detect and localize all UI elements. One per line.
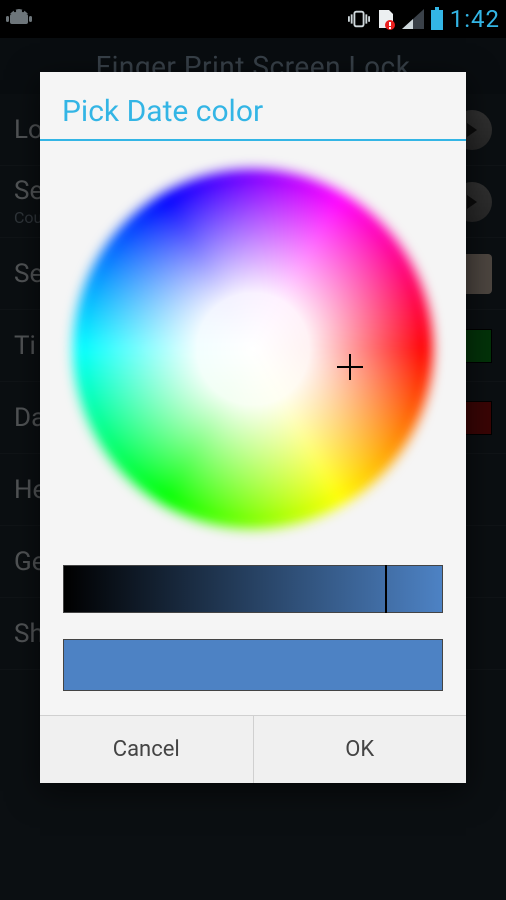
vibrate-icon [348, 8, 370, 30]
dialog-button-bar: Cancel OK [40, 715, 466, 783]
ok-button[interactable]: OK [253, 716, 467, 783]
color-preview [63, 639, 443, 691]
status-bar: 1:42 [0, 0, 506, 38]
brightness-thumb[interactable] [385, 565, 387, 613]
brightness-slider[interactable] [63, 565, 443, 613]
color-picker-dialog: Pick Date color Cancel OK [40, 72, 466, 783]
status-clock: 1:42 [450, 5, 500, 33]
android-logo-icon [6, 6, 36, 32]
signal-icon [402, 9, 424, 29]
color-wheel-cursor[interactable] [337, 354, 363, 380]
dialog-title: Pick Date color [40, 72, 466, 139]
battery-icon [430, 7, 444, 31]
color-wheel[interactable] [73, 169, 433, 529]
cancel-button[interactable]: Cancel [40, 716, 253, 783]
sdcard-error-icon [376, 8, 396, 30]
